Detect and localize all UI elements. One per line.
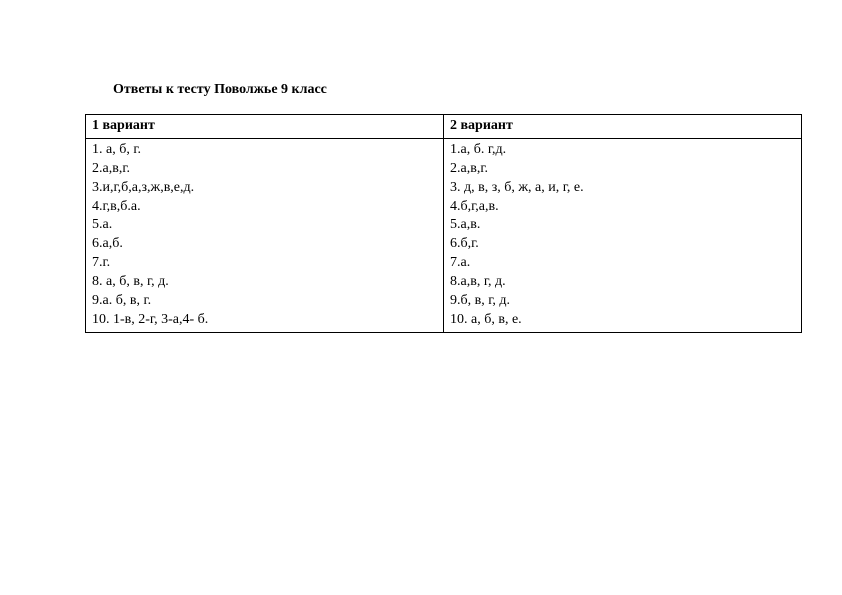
answer-line: 10. 1-в, 2-г, 3-а,4- б. (92, 311, 439, 330)
answer-line: 1. а, б, г. (92, 141, 439, 160)
table-body-row: 1. а, б, г. 2.а,в,г. 3.и,г,б,а,з,ж,в,е,д… (86, 138, 802, 332)
answer-line: 3.и,г,б,а,з,ж,в,е,д. (92, 179, 439, 198)
answer-line: 9.б, в, г, д. (450, 292, 797, 311)
column-header-2: 2 вариант (444, 115, 802, 139)
answer-line: 9.а. б, в, г. (92, 292, 439, 311)
answers-cell-variant-2: 1.а, б. г,д. 2.а,в,г. 3. д, в, з, б, ж, … (444, 138, 802, 332)
column-header-1: 1 вариант (86, 115, 444, 139)
document-title: Ответы к тесту Поволжье 9 класс (113, 82, 802, 98)
answer-line: 3. д, в, з, б, ж, а, и, г, е. (450, 179, 797, 198)
answer-line: 2.а,в,г. (92, 160, 439, 179)
answers-cell-variant-1: 1. а, б, г. 2.а,в,г. 3.и,г,б,а,з,ж,в,е,д… (86, 138, 444, 332)
answer-line: 8. а, б, в, г, д. (92, 273, 439, 292)
answer-line: 4.б,г,а,в. (450, 198, 797, 217)
answer-line: 7.г. (92, 254, 439, 273)
table-header-row: 1 вариант 2 вариант (86, 115, 802, 139)
answer-line: 2.а,в,г. (450, 160, 797, 179)
answer-line: 5.а. (92, 216, 439, 235)
answer-line: 6.б,г. (450, 235, 797, 254)
answer-line: 7.а. (450, 254, 797, 273)
answer-line: 10. а, б, в, е. (450, 311, 797, 330)
answer-line: 5.а,в. (450, 216, 797, 235)
answers-table: 1 вариант 2 вариант 1. а, б, г. 2.а,в,г.… (85, 114, 802, 333)
answer-line: 1.а, б. г,д. (450, 141, 797, 160)
answer-line: 8.а,в, г, д. (450, 273, 797, 292)
answer-line: 4.г,в,б.а. (92, 198, 439, 217)
answer-line: 6.а,б. (92, 235, 439, 254)
